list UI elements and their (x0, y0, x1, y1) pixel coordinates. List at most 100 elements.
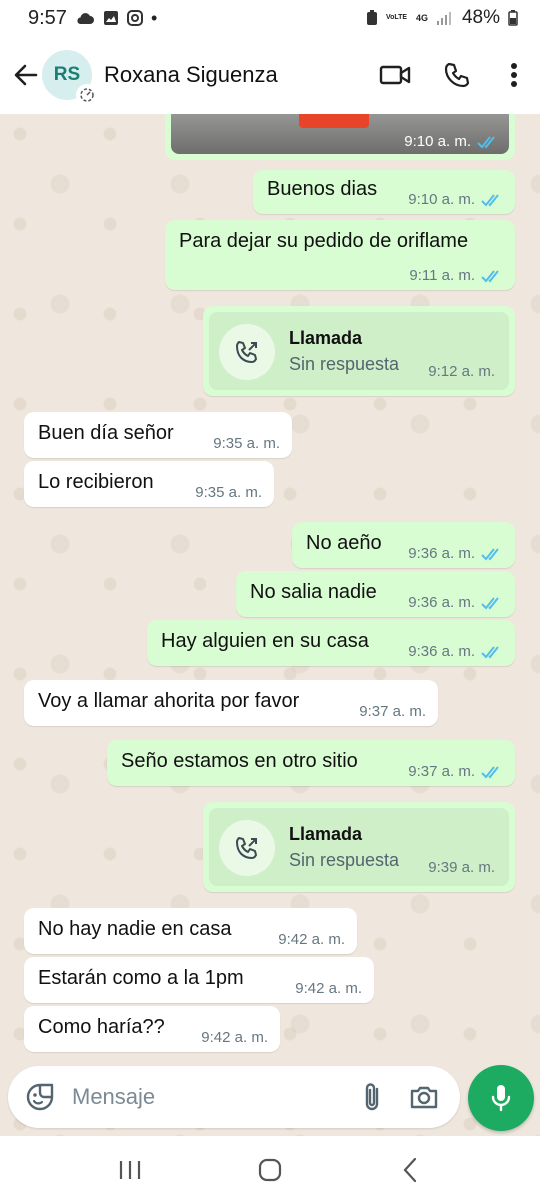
message-time: 9:37 a. m. (408, 763, 475, 780)
call-title: Llamada (289, 824, 363, 844)
message-time: 9:37 a. m. (359, 703, 426, 720)
camera-button[interactable] (398, 1069, 450, 1125)
system-nav-bar (0, 1136, 540, 1204)
battery-percent: 48% (461, 7, 500, 28)
message-time: 9:10 a. m. (404, 133, 471, 150)
missed-call-message[interactable]: Llamada Sin respuesta 9:12 a. m. (203, 306, 515, 396)
incoming-message[interactable]: Buen día señor 9:35 a. m. (24, 412, 292, 458)
message-text: Voy a llamar ahorita por favor (38, 690, 300, 712)
more-vertical-icon (511, 63, 517, 87)
message-time: 9:39 a. m. (428, 859, 495, 876)
outgoing-message[interactable]: Hay alguien en su casa 9:36 a. m. (147, 620, 515, 666)
read-ticks-icon (481, 765, 499, 778)
chevron-left-icon (403, 1157, 417, 1183)
outgoing-message[interactable]: Buenos dias 9:10 a. m. (253, 170, 515, 214)
sticker-button[interactable] (12, 1069, 68, 1125)
read-ticks-icon (481, 269, 499, 282)
read-ticks-icon (481, 547, 499, 560)
message-text: Seño estamos en otro sitio (121, 750, 358, 772)
status-bar: 9:57 • VoLTE 4G 48% (0, 0, 540, 36)
incoming-message[interactable]: Estarán como a la 1pm 9:42 a. m. (24, 957, 374, 1003)
call-title: Llamada (289, 328, 363, 348)
read-ticks-icon (481, 193, 499, 206)
message-time: 9:42 a. m. (295, 980, 362, 997)
timer-icon (80, 88, 94, 102)
message-text: Estarán como a la 1pm (38, 967, 244, 989)
volte-label: VoLTE (385, 14, 408, 21)
call-card[interactable]: Llamada Sin respuesta 9:12 a. m. (209, 312, 509, 390)
network-type-label: 4G (415, 13, 428, 23)
back-nav-button[interactable] (375, 1140, 445, 1200)
call-icon-wrap (219, 324, 275, 380)
microphone-icon (491, 1085, 511, 1112)
message-time: 9:36 a. m. (408, 545, 475, 562)
chat-messages-area[interactable]: 9:10 a. m. Buenos dias 9:10 a. m. Para d… (0, 114, 540, 1138)
home-button[interactable] (235, 1140, 305, 1200)
message-time: 9:11 a. m. (409, 267, 475, 284)
phone-icon (444, 62, 470, 88)
message-text: Hay alguien en su casa (161, 630, 369, 652)
message-time: 9:12 a. m. (428, 363, 495, 380)
message-time: 9:10 a. m. (408, 191, 475, 208)
battery-icon (508, 10, 518, 26)
message-time: 9:36 a. m. (408, 643, 475, 660)
outgoing-message[interactable]: No aeño 9:36 a. m. (292, 522, 515, 568)
incoming-message[interactable]: No hay nadie en casa 9:42 a. m. (24, 908, 357, 954)
signal-icon (436, 12, 451, 25)
avatar[interactable]: RS (42, 50, 98, 106)
status-time: 9:57 (28, 6, 67, 29)
message-text: Buen día señor (38, 422, 174, 444)
sticker-icon (26, 1083, 54, 1111)
paperclip-icon (365, 1083, 379, 1111)
outgoing-message[interactable]: No salia nadie 9:36 a. m. (236, 571, 515, 617)
camera-icon (410, 1086, 438, 1109)
gallery-icon (103, 11, 118, 25)
recent-apps-button[interactable] (95, 1140, 165, 1200)
call-icon-wrap (219, 820, 275, 876)
video-call-button[interactable] (364, 44, 426, 106)
image-message[interactable]: 9:10 a. m. (165, 114, 515, 160)
incoming-message[interactable]: Voy a llamar ahorita por favor 9:37 a. m… (24, 680, 438, 726)
attach-button[interactable] (346, 1069, 398, 1125)
message-time: 9:36 a. m. (408, 594, 475, 611)
home-icon (258, 1158, 282, 1182)
voice-message-button[interactable] (468, 1065, 534, 1131)
outgoing-message[interactable]: Para dejar su pedido de oriflame 9:11 a.… (165, 220, 515, 290)
message-text: Buenos dias (267, 178, 378, 200)
read-ticks-icon (477, 135, 495, 148)
contact-name[interactable]: Roxana Siguenza (104, 62, 278, 88)
outgoing-call-icon (236, 837, 257, 859)
instagram-icon (126, 10, 143, 26)
read-ticks-icon (481, 596, 499, 609)
disappearing-timer-badge (76, 84, 98, 106)
call-status: Sin respuesta (289, 354, 400, 374)
message-time: 9:42 a. m. (278, 931, 345, 948)
more-options-button[interactable] (488, 44, 540, 106)
cloud-icon (77, 13, 94, 24)
message-text: Lo recibieron (38, 471, 154, 493)
missed-call-message[interactable]: Llamada Sin respuesta 9:39 a. m. (203, 802, 515, 892)
message-text: Para dejar su pedido de oriflame (179, 230, 469, 252)
status-dot: • (150, 7, 158, 28)
message-text: No hay nadie en casa (38, 918, 232, 940)
voice-call-button[interactable] (426, 44, 488, 106)
recent-apps-icon (119, 1161, 141, 1179)
incoming-message[interactable]: Lo recibieron 9:35 a. m. (24, 461, 274, 507)
message-text: No aeño (306, 532, 382, 554)
incoming-message[interactable]: Como haría?? 9:42 a. m. (24, 1006, 280, 1052)
chat-header: RS Roxana Siguenza (0, 36, 540, 114)
message-text: No salia nadie (250, 581, 377, 603)
message-input-container[interactable] (8, 1066, 460, 1128)
video-camera-icon (379, 65, 411, 85)
message-input[interactable] (72, 1084, 342, 1110)
call-card[interactable]: Llamada Sin respuesta 9:39 a. m. (209, 808, 509, 886)
message-text: Como haría?? (38, 1016, 165, 1038)
battery-saver-icon (366, 10, 377, 25)
image-thumbnail[interactable]: 9:10 a. m. (171, 114, 509, 154)
outgoing-call-icon (236, 341, 257, 363)
compose-bar (0, 1062, 540, 1136)
message-time: 9:42 a. m. (201, 1029, 268, 1046)
arrow-left-icon (14, 64, 38, 86)
read-ticks-icon (481, 645, 499, 658)
outgoing-message[interactable]: Seño estamos en otro sitio 9:37 a. m. (107, 740, 515, 786)
